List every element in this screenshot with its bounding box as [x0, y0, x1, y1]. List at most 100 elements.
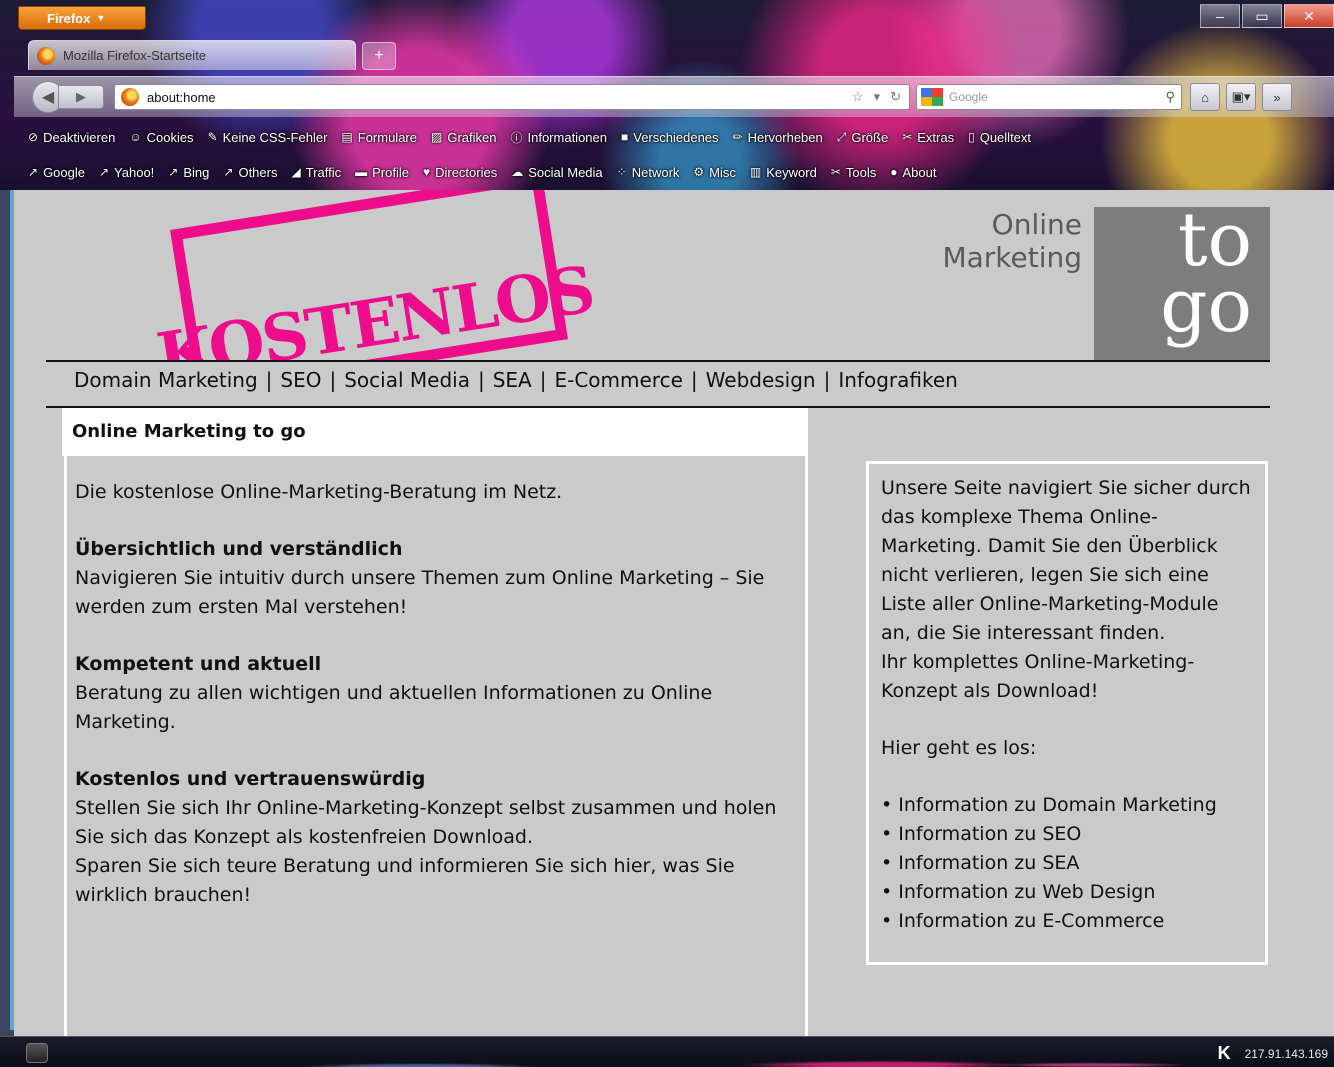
toolbar-item-extras[interactable]: ✂ Extras — [902, 130, 954, 145]
url-bar[interactable]: about:home ☆ ▾ ↻ — [114, 84, 910, 110]
toolbar-item-verschiedenes[interactable]: ■ Verschiedenes — [621, 130, 719, 145]
toolbar-item-label: Grafiken — [447, 129, 497, 145]
list-item: • Information zu E-Commerce — [881, 907, 1253, 936]
firefox-menu-button[interactable]: Firefox ▼ — [18, 6, 146, 30]
section-text: Beratung zu allen wichtigen und aktuelle… — [75, 682, 713, 733]
toolbar-item-yahoo-[interactable]: ↗ Yahoo! — [99, 165, 154, 180]
search-icon[interactable]: ⚲ — [1165, 89, 1181, 105]
source-icon: ▯ — [968, 130, 975, 144]
seo-toolbar: ↗ Google ↗ Yahoo! ↗ Bing ↗ Others ◢ Traffic ▬ Profi… — [14, 159, 1334, 185]
no-entry-icon: ⊘ — [28, 130, 39, 144]
toolbar-item-label: Extras — [917, 129, 955, 145]
toolbar-item-grafiken[interactable]: ▨ Grafiken — [431, 130, 496, 145]
brand-logo-box[interactable]: to go — [1094, 207, 1270, 361]
toolbar-item-label: Verschiedenes — [633, 129, 719, 145]
toolbar-item-deaktivieren[interactable]: ⊘ Deaktivieren — [28, 130, 115, 145]
toolbar-item-cookies[interactable]: ☺ Cookies — [129, 130, 193, 145]
link-domain-marketing[interactable]: • Information zu Domain Marketing — [881, 794, 1217, 816]
toolbar-item-hervorheben[interactable]: ✏ Hervorheben — [733, 130, 823, 145]
link-e-commerce[interactable]: • Information zu E-Commerce — [881, 910, 1164, 932]
bookmark-star-icon[interactable]: ☆ — [852, 89, 864, 105]
toolbar-item-label: Tools — [845, 164, 877, 180]
url-text: about:home — [147, 89, 216, 105]
close-button[interactable]: ✕ — [1284, 4, 1334, 28]
web-page: KOSTENLOS Online Marketing to go Domain … — [14, 190, 1334, 1036]
toolbar-item-formulare[interactable]: ▤ Formulare — [341, 130, 417, 145]
toolbar-item-social-media[interactable]: ☁ Social Media — [511, 165, 602, 180]
toolbar-item-label: Google — [43, 164, 85, 180]
content-body: Die kostenlose Online-Marketing-Beratung… — [64, 456, 808, 1036]
reload-icon[interactable]: ↻ — [890, 89, 901, 105]
toolbar-item-directories[interactable]: ♥ Directories — [423, 165, 497, 180]
nav-separator: | — [329, 368, 337, 392]
toolbar-item-keyword[interactable]: ▥ Keyword — [750, 165, 817, 180]
link-sea[interactable]: • Information zu SEA — [881, 852, 1079, 874]
toolbar-item-traffic[interactable]: ◢ Traffic — [291, 165, 341, 180]
toolbar-item-label: Größe — [851, 129, 889, 145]
resize-icon: ⤢ — [836, 129, 847, 144]
addon-button[interactable]: ▣▾ — [1226, 83, 1256, 111]
start-button[interactable] — [26, 1043, 48, 1063]
nav-sea[interactable]: SEA — [493, 368, 532, 392]
network-icon: ⁘ — [616, 165, 627, 179]
nav-separator: | — [539, 368, 547, 392]
nav-webdesign[interactable]: Webdesign — [706, 368, 816, 392]
nav-infografiken[interactable]: Infografiken — [838, 368, 957, 392]
toolbar-item-label: Others — [238, 164, 278, 180]
nav-social-media[interactable]: Social Media — [344, 368, 470, 392]
section-text-2: Sparen Sie sich teure Beratung und infor… — [75, 855, 735, 906]
maximize-button[interactable]: ▭ — [1242, 4, 1282, 28]
overflow-button[interactable]: » — [1262, 83, 1292, 111]
link-web-design[interactable]: • Information zu Web Design — [881, 881, 1155, 903]
link-seo[interactable]: • Information zu SEO — [881, 823, 1081, 845]
toolbar-item-label: Keine CSS-Fehler — [222, 129, 328, 145]
toolbar-item-about[interactable]: ● About — [890, 165, 936, 180]
header-rule-top — [46, 360, 1270, 362]
toolbar-item-bing[interactable]: ↗ Bing — [168, 165, 209, 180]
toolbar-item-tools[interactable]: ✂ Tools — [831, 165, 876, 180]
toolbar-item-network[interactable]: ⁘ Network — [617, 165, 680, 180]
toolbar-item-google[interactable]: ↗ Google — [28, 165, 85, 180]
firefox-icon — [37, 46, 55, 65]
firefox-menu-label: Firefox — [47, 10, 91, 26]
user-icon: ☺ — [129, 130, 142, 144]
toolbar-item-label: Network — [631, 164, 680, 180]
search-bar[interactable]: Google ⚲ — [916, 84, 1182, 110]
sidebar-paragraph-1: Unsere Seite navigiert Sie sicher durch … — [881, 477, 1251, 644]
minimize-button[interactable]: – — [1200, 4, 1240, 28]
pencil-icon: ✏ — [732, 130, 743, 144]
toolbar-item-misc[interactable]: ⚙ Misc — [693, 165, 735, 180]
search-placeholder: Google — [949, 90, 988, 104]
content-title: Online Marketing to go — [62, 408, 808, 456]
toolbar-item-profile[interactable]: ▬ Profile — [355, 165, 409, 180]
nav-seo[interactable]: SEO — [280, 368, 321, 392]
toolbar-item-quelltext[interactable]: ▯ Quelltext — [968, 130, 1031, 145]
toolbar-item-keine-css-fehler[interactable]: ✎ Keine CSS-Fehler — [208, 130, 328, 145]
nav-separator: | — [690, 368, 698, 392]
home-button[interactable]: ⌂ — [1190, 83, 1220, 111]
image-icon: ▨ — [431, 130, 443, 144]
forward-button[interactable]: ▶ — [58, 85, 104, 109]
dropdown-icon[interactable]: ▾ — [874, 89, 881, 105]
new-tab-button[interactable]: + — [362, 42, 396, 70]
toolbar-item-informationen[interactable]: ⓘ Informationen — [510, 129, 607, 146]
brand-line-2: Marketing — [942, 241, 1082, 274]
toolbar-item-label: Keyword — [766, 164, 817, 180]
tray-logo[interactable]: K — [1218, 1043, 1231, 1064]
wand-icon: ↗ — [98, 165, 110, 179]
sidebar-lead: Hier geht es los: — [881, 737, 1037, 759]
nav-domain-marketing[interactable]: Domain Marketing — [74, 368, 258, 392]
toolbar-item-größe[interactable]: ⤢ Größe — [837, 130, 888, 145]
form-icon: ▤ — [341, 130, 353, 144]
nav-e-commerce[interactable]: E-Commerce — [554, 368, 682, 392]
section-3: Kostenlos und vertrauenswürdig Stellen S… — [75, 765, 797, 910]
tray-ip-text: 217.91.143.169 — [1244, 1046, 1328, 1061]
tab-startseite[interactable]: Mozilla Firefox-Startseite — [28, 40, 356, 70]
wand-icon: ↗ — [223, 165, 234, 179]
tools-icon: ✂ — [830, 165, 841, 179]
toolbar-item-others[interactable]: ↗ Others — [223, 165, 277, 180]
section-heading: Kostenlos und vertrauenswürdig — [75, 768, 426, 790]
section-text: Navigieren Sie intuitiv durch unsere The… — [75, 567, 765, 618]
toolbar-item-label: Bing — [183, 164, 210, 180]
chart-icon: ◢ — [291, 165, 301, 179]
